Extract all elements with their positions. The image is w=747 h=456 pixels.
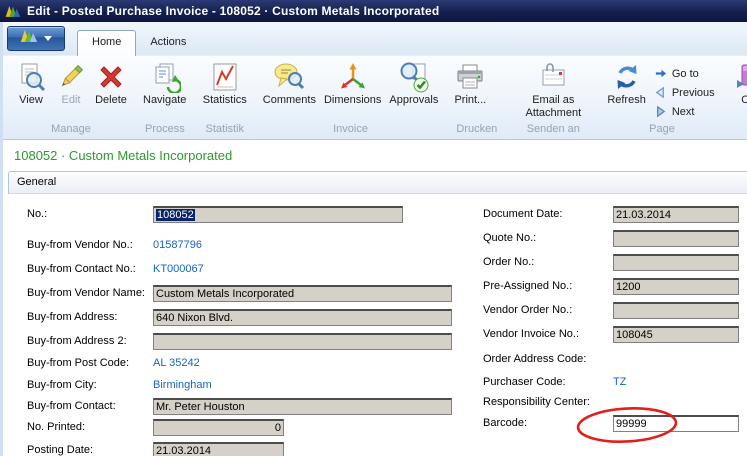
form-row: Posting Date: 21.03.2014 <box>3 442 747 456</box>
navigate-icon <box>149 61 181 93</box>
next-icon <box>654 105 667 118</box>
group-label-invoice: Invoice <box>257 123 445 139</box>
navigate-button[interactable]: Navigate <box>139 59 190 108</box>
group-label-onenote <box>727 135 747 139</box>
ribbon-group-senden-an: Email as Attachment Senden an <box>509 56 597 139</box>
dimensions-button[interactable]: Dimensions <box>320 59 385 108</box>
nav-window: Edit - Posted Purchase Invoice - 108052 … <box>0 0 747 456</box>
statistics-button[interactable]: Statistics <box>199 59 251 108</box>
previous-icon <box>654 86 667 99</box>
print-icon <box>454 61 486 93</box>
tab-actions[interactable]: Actions <box>136 30 200 55</box>
previous-button[interactable]: Previous <box>652 83 717 102</box>
window-body: Home Actions View Edit <box>0 22 747 456</box>
ribbon-tab-row: Home Actions <box>3 22 747 55</box>
posting-date-field: 21.03.2014 <box>153 442 284 456</box>
form-row: Document Date: 21.03.2014 <box>3 206 747 224</box>
group-label-page: Page <box>601 123 722 139</box>
window-title: Edit - Posted Purchase Invoice - 108052 … <box>27 4 439 18</box>
ribbon-group-invoice: Comments Dimensions Approvals <box>257 56 445 139</box>
form-row: Order Address Code: <box>3 351 747 369</box>
statistics-icon <box>209 61 241 93</box>
group-label-drucken: Drucken <box>448 123 505 139</box>
goto-icon <box>654 67 667 80</box>
edit-icon <box>55 61 87 93</box>
view-icon <box>15 61 47 93</box>
document-date-field: 21.03.2014 <box>613 206 739 223</box>
approvals-button[interactable]: Approvals <box>385 59 442 108</box>
vendor-invoice-no-field: 108045 <box>613 326 739 343</box>
delete-icon <box>95 61 127 93</box>
form-row: Pre-Assigned No.: 1200 <box>3 278 747 296</box>
form-row: Quote No.: <box>3 230 747 248</box>
app-logo-icon <box>20 28 38 48</box>
ribbon-group-page: Refresh Go to Pre <box>601 56 722 139</box>
next-button[interactable]: Next <box>652 102 717 121</box>
refresh-button[interactable]: Refresh <box>603 59 650 108</box>
ribbon-group-manage: View Edit Delete Manag <box>9 56 133 139</box>
barcode-field[interactable]: 99999 <box>613 415 739 432</box>
page-content: 108052 · Custom Metals Incorporated Gene… <box>3 141 747 456</box>
approvals-icon <box>398 61 430 93</box>
page-title: 108052 · Custom Metals Incorporated <box>14 148 232 163</box>
vendor-order-no-field <box>613 302 739 319</box>
quote-no-field <box>613 230 739 247</box>
group-label-manage: Manage <box>9 123 133 139</box>
chevron-down-icon <box>44 36 52 41</box>
titlebar: Edit - Posted Purchase Invoice - 108052 … <box>0 0 747 22</box>
ribbon-group-drucken: Print... Drucken <box>448 56 505 139</box>
email-attachment-icon <box>537 61 569 93</box>
edit-button: Edit <box>51 59 91 108</box>
group-label-statistik: Statistik <box>197 123 253 139</box>
view-button[interactable]: View <box>11 59 51 108</box>
dimensions-icon <box>337 61 369 93</box>
tab-home[interactable]: Home <box>77 30 136 56</box>
app-logo-icon <box>5 4 21 18</box>
purchaser-code-link[interactable]: TZ <box>613 374 626 391</box>
ribbon-group-process: Navigate Process <box>137 56 193 139</box>
pre-assigned-no-field: 1200 <box>613 278 739 295</box>
order-no-field <box>613 254 739 271</box>
fasttab-general[interactable]: General <box>8 171 747 194</box>
comments-icon <box>273 61 305 93</box>
print-button[interactable]: Print... <box>450 59 490 108</box>
ribbon-group-statistik: Statistics Statistik <box>197 56 253 139</box>
onenote-icon <box>733 61 747 93</box>
ribbon-group-onenote: On <box>727 56 747 139</box>
form-row: Barcode: 99999 <box>3 415 747 433</box>
group-label-senden-an: Senden an <box>509 123 597 139</box>
comments-button[interactable]: Comments <box>259 59 320 108</box>
form-row: Purchaser Code: TZ <box>3 374 747 392</box>
email-as-attachment-button[interactable]: Email as Attachment <box>511 59 595 122</box>
form-row: Vendor Invoice No.: 108045 <box>3 326 747 344</box>
application-menu-button[interactable] <box>7 26 65 51</box>
form-row: Responsibility Center: <box>3 394 747 412</box>
group-label-process: Process <box>137 123 193 139</box>
form-row: Order No.: <box>3 254 747 272</box>
ribbon: View Edit Delete Manag <box>3 55 747 140</box>
delete-button[interactable]: Delete <box>91 59 131 108</box>
general-form: No.: 108052 Buy-from Vendor No.: 0158779… <box>3 197 747 456</box>
form-row: Vendor Order No.: <box>3 302 747 320</box>
goto-button[interactable]: Go to <box>652 64 717 83</box>
refresh-icon <box>611 61 643 93</box>
onenote-button[interactable]: On <box>729 59 747 108</box>
